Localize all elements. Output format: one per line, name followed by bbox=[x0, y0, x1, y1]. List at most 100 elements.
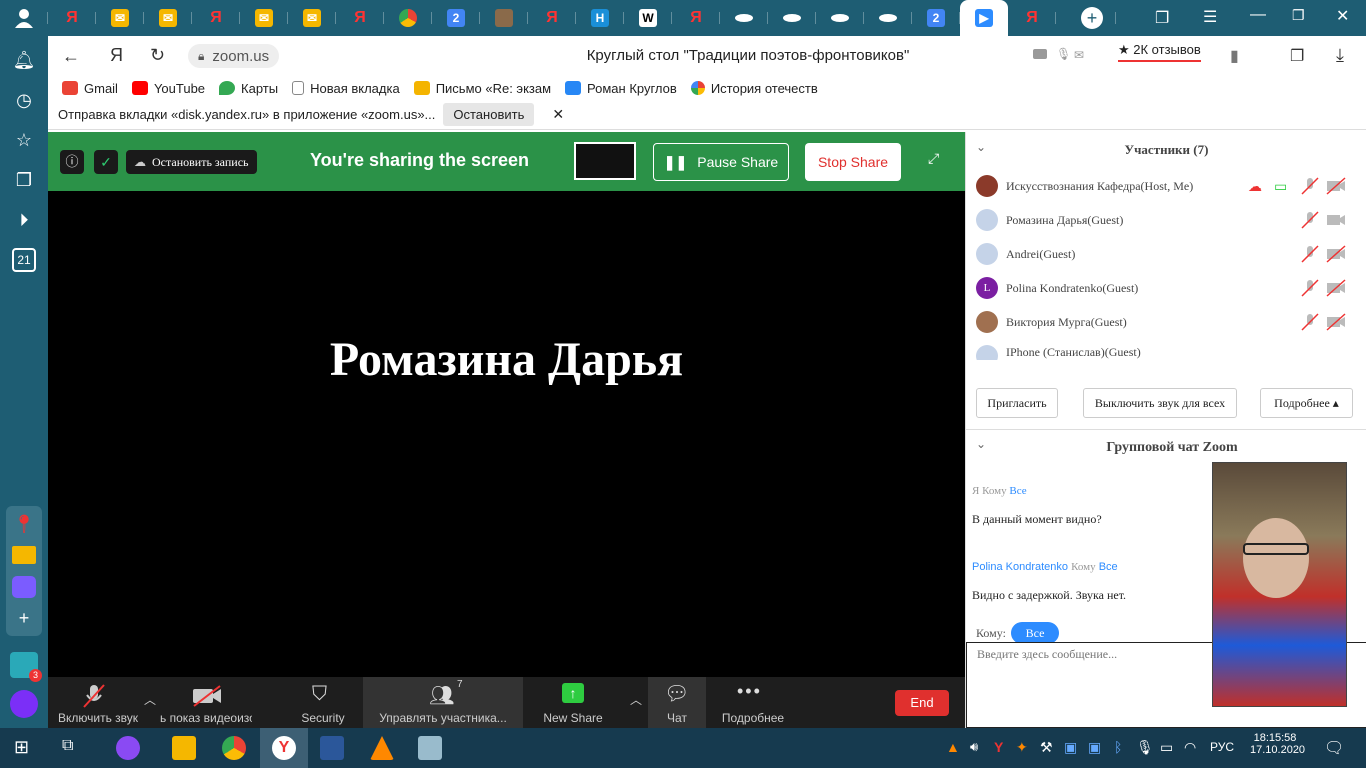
mute-all-button[interactable]: Выключить звук для всех bbox=[1083, 388, 1237, 418]
profile-button[interactable] bbox=[0, 0, 48, 36]
tab-yandex-2[interactable]: Я bbox=[192, 0, 240, 36]
bluetooth-icon[interactable]: ᛒ bbox=[1114, 739, 1122, 755]
pause-share-button[interactable]: ❚❚ Pause Share bbox=[653, 143, 789, 181]
taskbar-active-app[interactable]: Y bbox=[260, 728, 308, 768]
map-pin-icon[interactable]: 📍︎ bbox=[12, 512, 36, 536]
bookmark-vk[interactable]: Роман Круглов bbox=[565, 81, 677, 96]
collections-icon[interactable]: ❐ bbox=[12, 168, 36, 192]
stop-share-button[interactable]: Stop Share bbox=[805, 143, 901, 181]
tab-disk-3[interactable] bbox=[816, 0, 864, 36]
yandex-home-icon[interactable]: Я bbox=[110, 45, 123, 66]
url-field[interactable]: 🔒︎ zoom.us bbox=[188, 44, 280, 68]
language-indicator[interactable]: РУС bbox=[1210, 740, 1234, 754]
tab-mail-4[interactable]: ✉ bbox=[288, 0, 336, 36]
file-explorer-icon[interactable] bbox=[172, 736, 196, 760]
participant-row[interactable]: L Polina Kondratenko(Guest) bbox=[976, 274, 1356, 302]
tab-docs-1[interactable]: 2 bbox=[432, 0, 480, 36]
close-icon[interactable]: ✕ bbox=[1336, 6, 1349, 26]
play-icon[interactable]: ⏵ bbox=[12, 208, 36, 232]
telegram-icon[interactable]: 3 bbox=[10, 652, 42, 682]
fox-tray-icon[interactable]: ✦ bbox=[1016, 739, 1028, 756]
more-button[interactable]: ••• Подробнее bbox=[713, 677, 793, 728]
notice-close-icon[interactable]: ✕ bbox=[552, 106, 564, 123]
tools-tray-icon[interactable]: ⚒ bbox=[1040, 739, 1053, 756]
bookmark-gmail[interactable]: Gmail bbox=[62, 81, 118, 96]
history-icon[interactable]: ◷ bbox=[12, 88, 36, 112]
participant-row[interactable]: Виктория Мурга(Guest) bbox=[976, 308, 1356, 336]
tab-wiki[interactable]: W bbox=[624, 0, 672, 36]
tab-disk-2[interactable] bbox=[768, 0, 816, 36]
bookmark-new-tab[interactable]: Новая вкладка bbox=[292, 81, 400, 96]
word-icon[interactable] bbox=[320, 736, 344, 760]
tab-zoom-active[interactable]: ▶ bbox=[960, 0, 1008, 36]
tab-chrome[interactable] bbox=[384, 0, 432, 36]
self-video-thumbnail[interactable] bbox=[1212, 462, 1347, 707]
info-icon[interactable]: ⓘ bbox=[60, 150, 84, 174]
wifi-icon[interactable]: ◠ bbox=[1184, 739, 1196, 756]
participant-row[interactable]: Andrei(Guest) bbox=[976, 240, 1356, 268]
task-view-icon[interactable]: ⧉ bbox=[62, 737, 73, 755]
chrome-icon[interactable] bbox=[222, 736, 246, 760]
minimize-icon[interactable]: — bbox=[1250, 6, 1266, 24]
bookmark-youtube[interactable]: YouTube bbox=[131, 81, 205, 96]
tab-mail-3[interactable]: ✉ bbox=[240, 0, 288, 36]
battery-icon[interactable]: ▭ bbox=[1160, 739, 1173, 756]
messenger-icon[interactable] bbox=[12, 576, 36, 598]
share-options-caret-icon[interactable]: ︿ bbox=[630, 691, 642, 708]
tray-app-icon-2[interactable]: ▣ bbox=[1088, 739, 1101, 756]
bookmark-icon[interactable]: ▮ bbox=[1230, 46, 1239, 66]
tab-mail-1[interactable]: ✉ bbox=[96, 0, 144, 36]
tab-yandex-5[interactable]: Я bbox=[672, 0, 720, 36]
unmute-button[interactable]: Включить звук bbox=[48, 677, 148, 728]
end-meeting-button[interactable]: End bbox=[895, 690, 949, 716]
paint-icon[interactable] bbox=[418, 736, 442, 760]
tabs-icon[interactable]: ❐ bbox=[1155, 8, 1169, 28]
participant-row[interactable]: Ромазина Дарья(Guest) bbox=[976, 206, 1356, 234]
download-icon[interactable]: ⤓ bbox=[1336, 45, 1344, 66]
security-button[interactable]: ⛉ Security bbox=[288, 677, 358, 728]
vlc-icon[interactable] bbox=[370, 736, 394, 760]
new-tab-button[interactable]: + bbox=[1068, 0, 1116, 36]
invite-button[interactable]: Пригласить bbox=[976, 388, 1058, 418]
alice-icon[interactable] bbox=[10, 690, 38, 718]
audio-options-caret-icon[interactable]: ︿ bbox=[144, 691, 156, 708]
bookmark-letter[interactable]: Письмо «Re: экзам bbox=[413, 81, 551, 96]
yandex-tray-icon[interactable]: Y bbox=[994, 739, 1003, 755]
calendar-icon[interactable]: 21 bbox=[12, 248, 36, 272]
tab-disk-1[interactable] bbox=[720, 0, 768, 36]
add-icon[interactable]: + bbox=[12, 606, 36, 630]
collections-icon[interactable]: ❐ bbox=[1290, 46, 1304, 66]
star-icon[interactable]: ☆ bbox=[12, 128, 36, 152]
tab-docs-2[interactable]: 2 bbox=[912, 0, 960, 36]
alice-icon[interactable] bbox=[116, 736, 140, 760]
menu-icon[interactable]: ☰ bbox=[1203, 7, 1217, 27]
volume-icon[interactable]: 🔊︎ bbox=[970, 739, 978, 755]
stop-recording-button[interactable]: ☁ Остановить запись bbox=[126, 150, 257, 174]
shield-icon[interactable]: ✓ bbox=[94, 150, 118, 174]
tab-mail-2[interactable]: ✉ bbox=[144, 0, 192, 36]
new-share-button[interactable]: ↑ New Share bbox=[528, 677, 618, 728]
notifications-icon[interactable]: 🔔︎ bbox=[12, 48, 36, 72]
reload-icon[interactable]: ↻ bbox=[150, 45, 165, 66]
tab-yandex-3[interactable]: Я bbox=[336, 0, 384, 36]
chat-recipient-dropdown[interactable]: Все bbox=[1011, 622, 1059, 644]
notification-center-icon[interactable]: 🗨︎ bbox=[1324, 738, 1344, 758]
share-preview-thumbnail[interactable] bbox=[574, 142, 636, 180]
tab-disk-4[interactable] bbox=[864, 0, 912, 36]
participants-more-button[interactable]: Подробнее ▴ bbox=[1260, 388, 1353, 418]
vlc-tray-icon[interactable]: ▲ bbox=[946, 739, 960, 755]
tab-image[interactable] bbox=[480, 0, 528, 36]
tab-yandex-4[interactable]: Я bbox=[528, 0, 576, 36]
manage-participants-button[interactable]: 👥︎ 7 Управлять участника... bbox=[363, 677, 523, 728]
tab-h[interactable]: H bbox=[576, 0, 624, 36]
tray-app-icon[interactable]: ▣ bbox=[1064, 739, 1077, 756]
tab-yandex-6[interactable]: Я bbox=[1008, 0, 1056, 36]
reviews-badge[interactable]: ★ 2К отзывов bbox=[1118, 42, 1201, 62]
mic-tray-icon[interactable]: 🎙︎ bbox=[1136, 739, 1154, 756]
windows-start-icon[interactable]: ⊞ bbox=[14, 737, 29, 758]
tab-yandex-1[interactable]: Я bbox=[48, 0, 96, 36]
chat-button[interactable]: 💬︎ Чат bbox=[648, 677, 706, 728]
participant-row[interactable]: Искусствознания Кафедра(Host, Me) ☁ ▭ bbox=[976, 172, 1356, 200]
fullscreen-icon[interactable]: ⤢ bbox=[928, 150, 939, 167]
mail-icon[interactable] bbox=[12, 546, 36, 564]
